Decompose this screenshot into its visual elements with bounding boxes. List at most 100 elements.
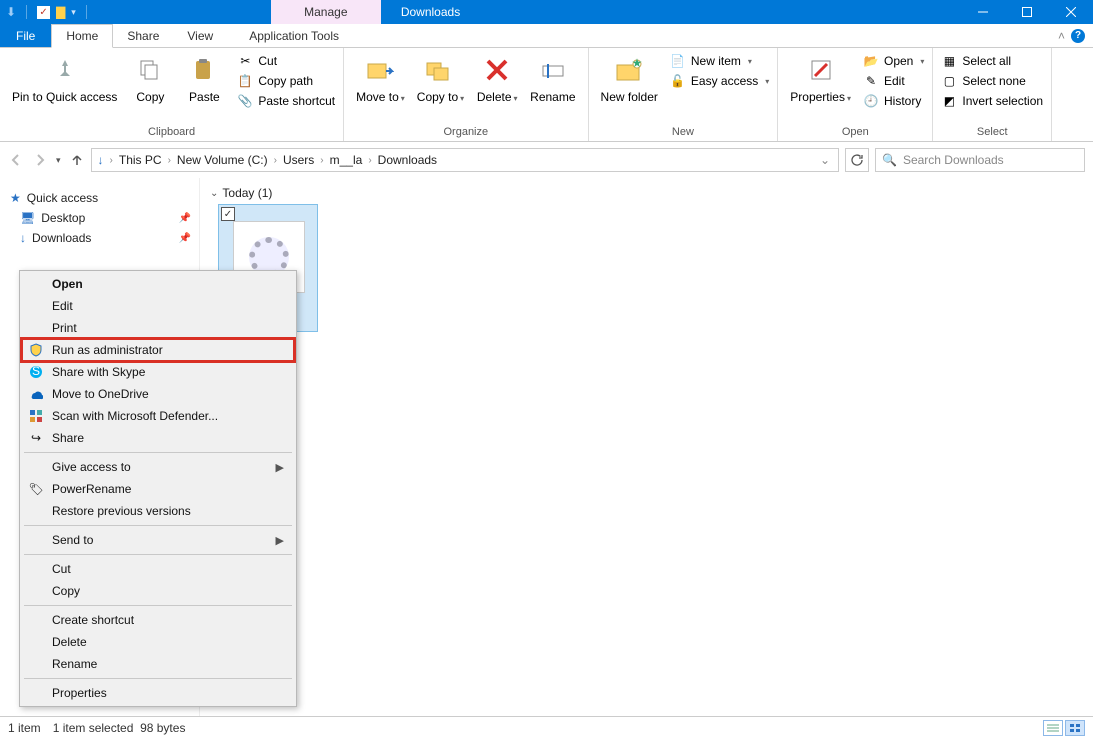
group-title-select: Select [939,124,1045,141]
selection-checkbox[interactable]: ✓ [221,207,235,221]
ribbon-group-clipboard: Pin to Quick access Copy Paste ✂Cut 📋Cop… [0,48,344,141]
paste-shortcut-button[interactable]: 📎Paste shortcut [235,92,337,110]
help-icon[interactable]: ? [1071,29,1085,43]
sidebar-item-desktop[interactable]: 🖥 Desktop 📌 [0,208,199,228]
downloads-icon: ↓ [20,231,26,245]
ctx-move-onedrive[interactable]: Move to OneDrive [22,383,294,405]
submenu-arrow-icon: ▶ [276,461,284,474]
ctx-create-shortcut[interactable]: Create shortcut [22,609,294,631]
qat-dropdown-icon[interactable]: ▾ [71,7,76,18]
new-folder-button[interactable]: ★ New folder [595,50,664,104]
quick-access-icon: ★ [10,191,21,205]
delete-button[interactable]: Delete▾ [470,50,524,104]
ctx-share-skype[interactable]: S Share with Skype [22,361,294,383]
date-group-header[interactable]: ⌄ Today (1) [210,182,1083,204]
open-button[interactable]: 📂Open▾ [861,52,926,70]
minimize-button[interactable] [961,0,1005,24]
breadcrumb-seg[interactable]: m__la [326,153,367,167]
powerrename-icon: 🏷 [28,481,44,497]
chevron-down-icon: ⌄ [210,188,218,199]
search-box[interactable]: 🔍 Search Downloads [875,148,1085,172]
move-to-button[interactable]: Move to▾ [350,50,411,104]
paste-button[interactable]: Paste [177,50,231,104]
status-item-count: 1 item [8,721,41,735]
copy-path-button[interactable]: 📋Copy path [235,72,337,90]
ctx-cut[interactable]: Cut [22,558,294,580]
select-all-button[interactable]: ▦Select all [939,52,1045,70]
sidebar-item-quick-access[interactable]: ★ Quick access [0,188,199,208]
rename-button[interactable]: Rename [524,50,581,104]
details-view-button[interactable] [1043,720,1063,736]
copy-to-icon [424,54,456,86]
sidebar-item-downloads[interactable]: ↓ Downloads 📌 [0,228,199,248]
ctx-give-access[interactable]: Give access to▶ [22,456,294,478]
breadcrumb-seg[interactable]: Downloads [374,153,441,167]
search-icon: 🔍 [882,153,897,167]
recent-locations-button[interactable]: ▾ [56,155,61,166]
down-arrow-icon[interactable]: ⬇ [6,5,16,19]
folder-icon[interactable]: ▇ [56,5,65,19]
refresh-button[interactable] [845,148,869,172]
pin-to-quick-access-button[interactable]: Pin to Quick access [6,50,123,104]
large-icons-view-button[interactable] [1065,720,1085,736]
close-button[interactable] [1049,0,1093,24]
window-title: Downloads [381,0,961,24]
ctx-edit[interactable]: Edit [22,295,294,317]
move-to-icon [364,54,396,86]
breadcrumb-seg[interactable]: Users [279,153,318,167]
maximize-button[interactable] [1005,0,1049,24]
tab-view[interactable]: View [173,24,227,47]
properties-button[interactable]: Properties▾ [784,50,857,104]
breadcrumb-seg[interactable]: This PC [115,153,166,167]
ctx-send-to[interactable]: Send to▶ [22,529,294,551]
tab-home[interactable]: Home [51,24,113,48]
ctx-run-as-administrator[interactable]: Run as administrator [22,339,294,361]
svg-text:★: ★ [632,58,643,70]
address-dropdown-icon[interactable]: ⌄ [814,153,836,167]
ctx-print[interactable]: Print [22,317,294,339]
invert-selection-button[interactable]: ◩Invert selection [939,92,1045,110]
up-button[interactable] [69,152,85,168]
history-button[interactable]: 🕘History [861,92,926,110]
easy-access-button[interactable]: 🔓Easy access▾ [668,72,771,90]
content-pane[interactable]: ⌄ Today (1) ✓ tch. [200,178,1093,716]
tab-share[interactable]: Share [113,24,173,47]
ctx-properties[interactable]: Properties [22,682,294,704]
new-item-icon: 📄 [670,53,686,69]
ctx-share[interactable]: ↪ Share [22,427,294,449]
breadcrumb-seg[interactable]: New Volume (C:) [173,153,272,167]
ctx-copy[interactable]: Copy [22,580,294,602]
nav-row: ▾ ↓ › This PC› New Volume (C:)› Users› m… [0,142,1093,178]
address-bar[interactable]: ↓ › This PC› New Volume (C:)› Users› m__… [91,148,839,172]
select-all-icon: ▦ [941,53,957,69]
open-icon: 📂 [863,53,879,69]
ctx-powerrename[interactable]: 🏷 PowerRename [22,478,294,500]
copy-to-button[interactable]: Copy to▾ [411,50,470,104]
easy-access-icon: 🔓 [670,73,686,89]
checkbox-icon[interactable]: ✓ [37,6,50,19]
collapse-ribbon-icon[interactable]: ˄ [1058,29,1065,43]
scissors-icon: ✂ [237,53,253,69]
search-placeholder: Search Downloads [903,153,1004,167]
ctx-scan-defender[interactable]: Scan with Microsoft Defender... [22,405,294,427]
quick-access-toolbar: ⬇ ✓ ▇ ▾ [0,0,91,24]
pin-icon: 📌 [179,213,191,224]
back-button[interactable] [8,152,24,168]
ctx-restore-versions[interactable]: Restore previous versions [22,500,294,522]
select-none-button[interactable]: ▢Select none [939,72,1045,90]
svg-text:S: S [32,365,40,378]
cut-button[interactable]: ✂Cut [235,52,337,70]
tab-application-tools[interactable]: Application Tools [235,24,353,47]
tab-file[interactable]: File [0,24,51,47]
defender-icon [28,408,44,424]
edit-button[interactable]: ✎Edit [861,72,926,90]
ctx-open[interactable]: Open [22,273,294,295]
contextual-tab-manage[interactable]: Manage [271,0,381,24]
forward-button[interactable] [32,152,48,168]
ctx-delete[interactable]: Delete [22,631,294,653]
copy-button[interactable]: Copy [123,50,177,104]
status-bar: 1 item 1 item selected 98 bytes [0,716,1093,738]
ctx-rename[interactable]: Rename [22,653,294,675]
group-title-open: Open [784,124,926,141]
new-item-button[interactable]: 📄New item▾ [668,52,771,70]
